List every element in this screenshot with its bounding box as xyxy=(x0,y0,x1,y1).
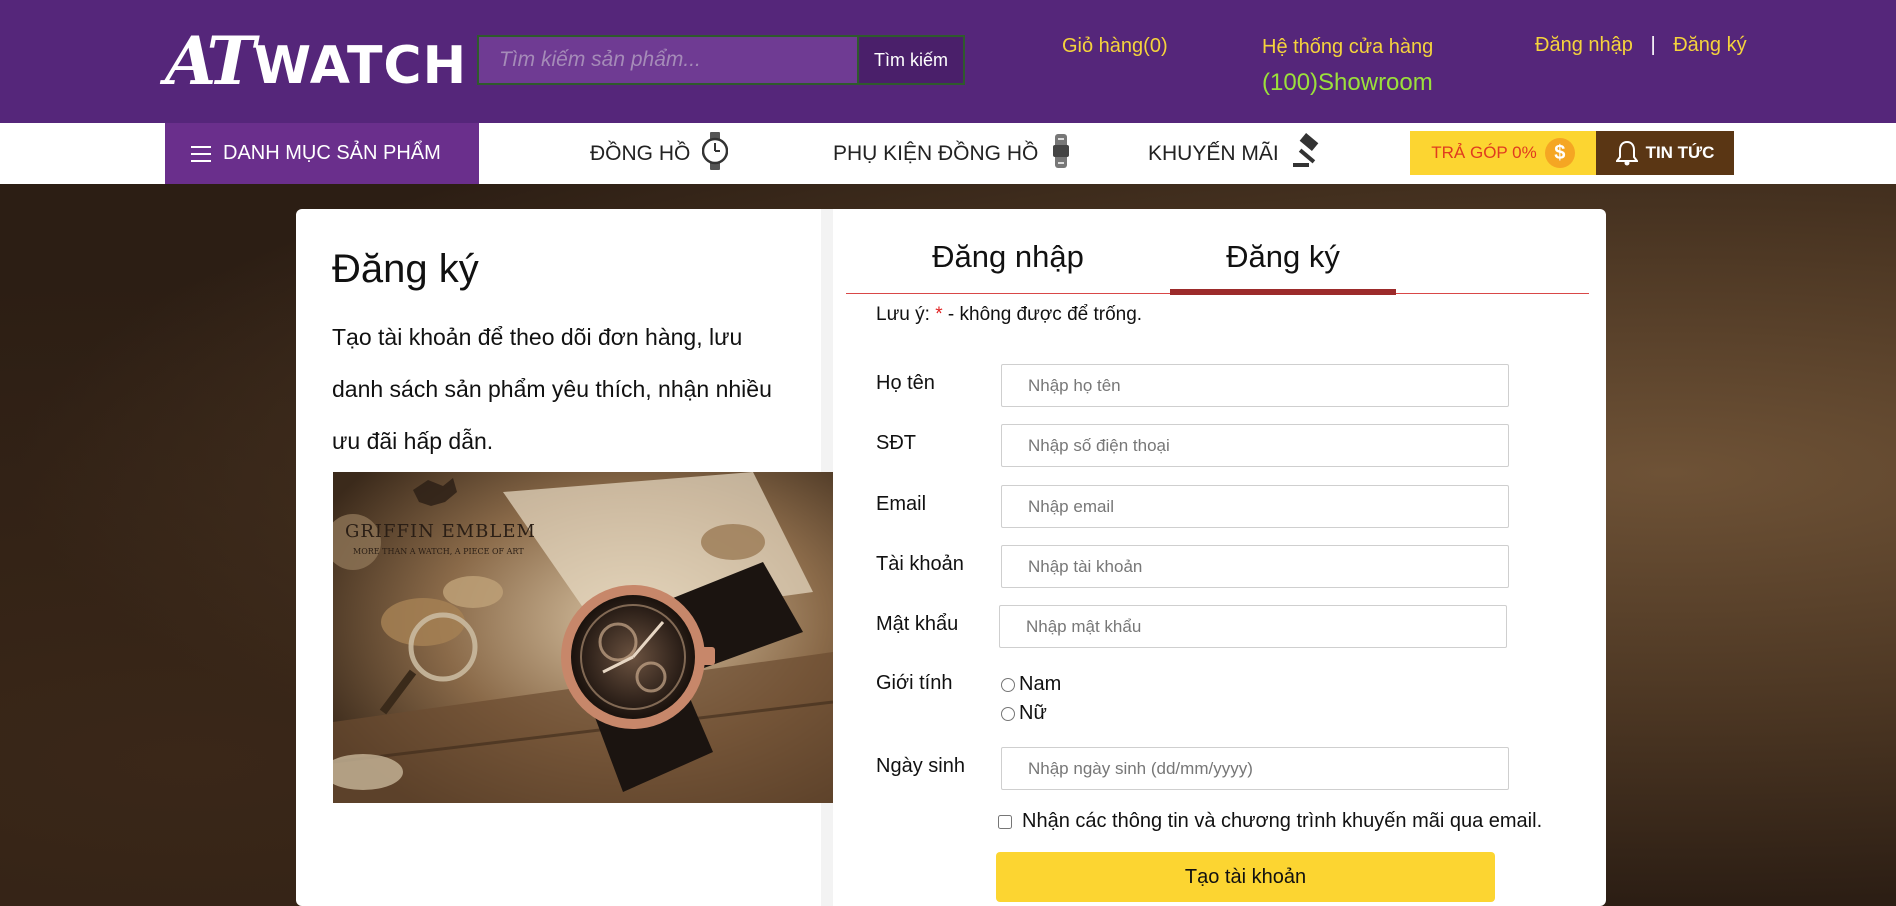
birthday-label: Ngày sinh xyxy=(876,755,965,777)
password-label: Mật khẩu xyxy=(876,613,959,635)
newsletter-label: Nhận các thông tin và chương trình khuyế… xyxy=(1022,810,1543,832)
phone-label: SĐT xyxy=(876,432,916,454)
promo-tagline-text: MORE THAN A WATCH, A PIECE OF ART xyxy=(353,547,524,556)
installment-button[interactable]: TRẢ GÓP 0% $ xyxy=(1410,131,1596,175)
gender-radio-group: Nam Nữ xyxy=(1001,670,1061,728)
top-header: AT WATCH Tìm kiếm Giỏ hàng(0) Hệ thống c… xyxy=(0,0,1896,123)
main-nav: DANH MỤC SẢN PHẨM ĐỒNG HỒ PHỤ KIỆN ĐỒNG … xyxy=(0,123,1896,184)
tab-login[interactable]: Đăng nhập xyxy=(846,219,1170,294)
fullname-field[interactable] xyxy=(1001,364,1509,407)
installment-label: TRẢ GÓP 0% xyxy=(1431,143,1537,162)
header-login-link[interactable]: Đăng nhập xyxy=(1535,34,1633,56)
nav-item-watches[interactable]: ĐỒNG HỒ xyxy=(590,123,729,184)
auth-separator: | xyxy=(1650,34,1656,56)
promo-watch-image: GRIFFIN EMBLEM MORE THAN A WATCH, A PIEC… xyxy=(333,472,833,803)
category-menu-button[interactable]: DANH MỤC SẢN PHẨM xyxy=(165,123,479,184)
intro-description: Tạo tài khoản để theo dõi đơn hàng, lưu … xyxy=(332,324,772,454)
tab-register[interactable]: Đăng ký xyxy=(1170,219,1396,295)
email-label: Email xyxy=(876,493,927,515)
gender-label: Giới tính xyxy=(876,672,953,694)
site-logo[interactable]: AT WATCH xyxy=(165,22,466,100)
note-suffix: - không được để trống. xyxy=(947,304,1143,325)
username-label: Tài khoản xyxy=(876,553,964,575)
page-title: Đăng ký xyxy=(332,247,479,291)
password-field[interactable] xyxy=(999,605,1507,648)
watch-strap-icon xyxy=(1050,133,1072,174)
showroom-count: (100)Showroom xyxy=(1262,69,1433,96)
gavel-icon xyxy=(1291,132,1327,175)
hamburger-icon xyxy=(191,145,211,162)
dollar-coin-icon: $ xyxy=(1544,138,1575,168)
watch-icon xyxy=(702,131,729,176)
newsletter-option[interactable]: Nhận các thông tin và chương trình khuyế… xyxy=(998,810,1542,833)
nav-item-label: PHỤ KIỆN ĐỒNG HỒ xyxy=(833,141,1039,165)
register-intro: Đăng ký Tạo tài khoản để theo dõi đơn hà… xyxy=(296,209,833,906)
store-system-title: Hệ thống cửa hàng xyxy=(1262,36,1434,58)
username-field[interactable] xyxy=(1001,545,1509,588)
auth-tabs: Đăng nhập Đăng ký xyxy=(846,219,1589,295)
required-note: Lưu ý: * - không được để trống. xyxy=(876,304,1142,326)
news-label: TIN TỨC xyxy=(1645,143,1715,162)
birthday-field[interactable] xyxy=(1001,747,1509,790)
phone-field[interactable] xyxy=(1001,424,1509,467)
search-input[interactable] xyxy=(479,37,857,83)
nav-item-label: ĐỒNG HỒ xyxy=(590,141,691,165)
auth-links: Đăng nhập | Đăng ký xyxy=(1535,34,1747,57)
required-star: * xyxy=(935,304,943,325)
gender-radio-female[interactable] xyxy=(1001,706,1015,721)
newsletter-checkbox[interactable] xyxy=(998,814,1012,829)
nav-item-label: KHUYẾN MÃI xyxy=(1148,141,1279,165)
bell-icon xyxy=(1615,140,1638,166)
register-card: Đăng ký Tạo tài khoản để theo dõi đơn hà… xyxy=(296,209,1606,906)
promo-brand-text: GRIFFIN EMBLEM xyxy=(345,521,536,542)
search-button[interactable]: Tìm kiếm xyxy=(857,37,963,83)
logo-text: WATCH xyxy=(253,36,468,96)
search-bar: Tìm kiếm xyxy=(477,35,965,85)
gender-option-label: Nữ xyxy=(1019,702,1047,724)
gender-radio-male[interactable] xyxy=(1001,677,1015,692)
gender-option-female[interactable]: Nữ xyxy=(1001,699,1061,728)
gender-option-male[interactable]: Nam xyxy=(1001,670,1061,699)
fullname-label: Họ tên xyxy=(876,372,935,394)
store-system-link[interactable]: Hệ thống cửa hàng (100)Showroom xyxy=(1262,36,1433,97)
cart-link[interactable]: Giỏ hàng(0) xyxy=(1062,35,1168,58)
note-prefix: Lưu ý: xyxy=(876,304,930,325)
gender-option-label: Nam xyxy=(1019,673,1062,695)
create-account-button[interactable]: Tạo tài khoản xyxy=(996,852,1495,902)
nav-item-promotions[interactable]: KHUYẾN MÃI xyxy=(1148,123,1327,184)
nav-item-accessories[interactable]: PHỤ KIỆN ĐỒNG HỒ xyxy=(833,123,1072,184)
logo-mark: AT xyxy=(165,22,256,100)
category-menu-label: DANH MỤC SẢN PHẨM xyxy=(223,142,441,164)
header-register-link[interactable]: Đăng ký xyxy=(1673,34,1746,56)
news-button[interactable]: TIN TỨC xyxy=(1596,131,1734,175)
email-field[interactable] xyxy=(1001,485,1509,528)
